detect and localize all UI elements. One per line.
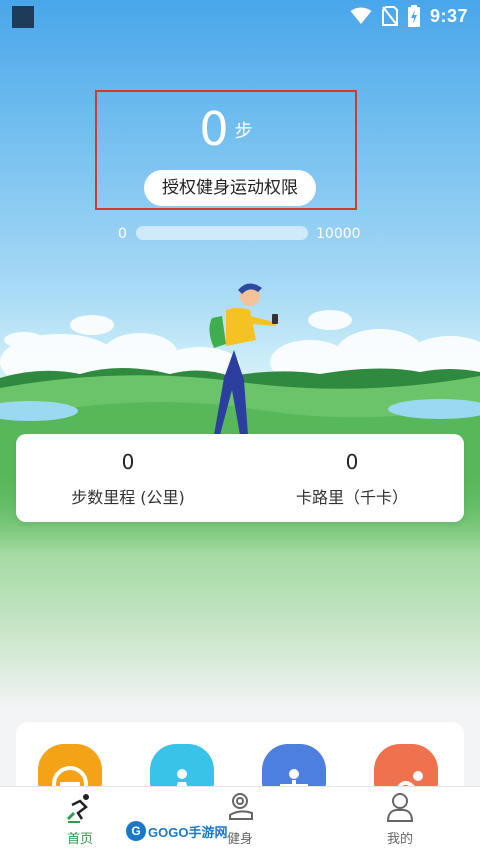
user-icon <box>386 793 414 822</box>
calorie-label: 卡路里（千卡） <box>295 488 408 507</box>
bottom-navigation: 首页 健身 我的 <box>0 786 480 854</box>
authorize-fitness-button[interactable]: 授权健身运动权限 <box>144 170 316 206</box>
battery-charging-icon <box>407 5 420 27</box>
status-icons: 9:37 <box>350 5 468 27</box>
stats-card: 0 步数里程 (公里) 0 卡路里（千卡） <box>16 434 464 522</box>
distance-label: 步数里程 (公里) <box>71 488 185 507</box>
runner-icon <box>66 794 89 823</box>
status-time: 9:37 <box>429 5 468 26</box>
distance-stat: 0 步数里程 (公里) <box>16 450 240 508</box>
progress-min-label: 0 <box>118 226 127 242</box>
watermark-text: GOGO手游网 <box>148 824 228 840</box>
distance-value: 0 <box>121 450 135 474</box>
calorie-value: 0 <box>345 450 359 474</box>
gogo-watermark-logo: G GOGO手游网 <box>126 820 227 842</box>
wifi-icon <box>350 7 372 24</box>
kettlebell-icon <box>229 793 253 820</box>
steps-value: 0 <box>199 102 229 156</box>
progress-max-label: 10000 <box>316 226 361 242</box>
steps-progress-bar <box>136 226 308 240</box>
nav-profile-label: 我的 <box>386 832 413 847</box>
steps-highlight-box: 0步 授权健身运动权限 <box>95 90 357 210</box>
app-notification-icon <box>12 6 34 28</box>
no-sim-icon <box>381 6 398 26</box>
status-bar: 9:37 <box>0 0 480 32</box>
steps-counter: 0步 <box>97 102 355 156</box>
watermark-badge-icon: G <box>126 821 146 841</box>
nav-profile[interactable]: 我的 <box>320 787 480 854</box>
calorie-stat: 0 卡路里（千卡） <box>240 450 464 508</box>
steps-unit: 步 <box>234 121 253 142</box>
